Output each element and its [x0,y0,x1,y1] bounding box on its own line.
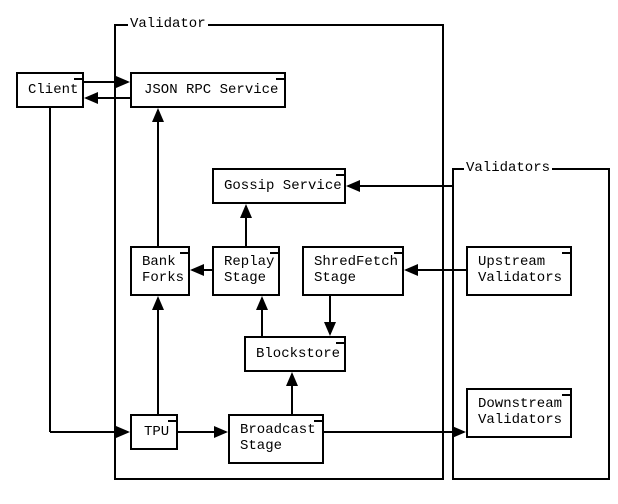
client-label: Client [26,82,80,98]
blockstore-label: Blockstore [254,346,342,362]
bank-forks-label: Bank Forks [140,254,186,286]
diagram-stage: Validator Validators Client JSON RPC Ser… [0,0,618,504]
broadcast-stage-label: Broadcast Stage [238,422,318,454]
downstream-validators-label: Downstream Validators [476,396,564,428]
tpu-label: TPU [142,424,171,440]
replay-stage-label: Replay Stage [222,254,276,286]
json-rpc-label: JSON RPC Service [142,82,280,98]
upstream-validators-label: Upstream Validators [476,254,564,286]
shredfetch-stage-label: ShredFetch Stage [312,254,400,286]
validators-title: Validators [464,160,552,176]
validator-title: Validator [128,16,208,32]
gossip-label: Gossip Service [222,178,344,194]
